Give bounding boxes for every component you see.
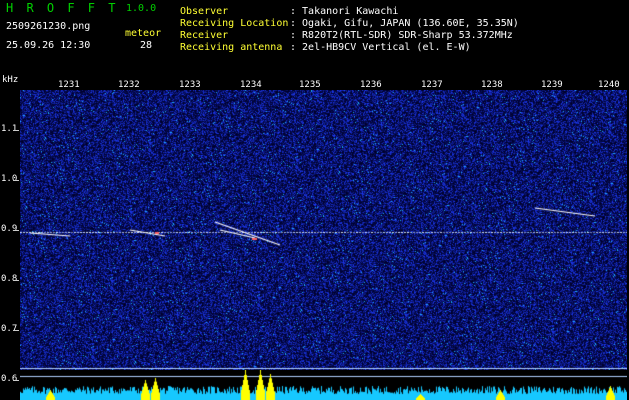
x-tick-label: 1231 [58, 80, 80, 90]
y-tick-label: 0.7 [1, 324, 18, 334]
observer-label: Observer [180, 6, 229, 17]
x-tick-label: 1235 [299, 80, 321, 90]
y-unit-label: kHz [2, 75, 19, 85]
header-panel: H R O F F T 1.0.0 2509261230.png meteor … [0, 0, 629, 72]
x-tick-label: 1236 [360, 80, 382, 90]
histogram-canvas [20, 370, 627, 400]
x-tick-label: 1232 [118, 80, 140, 90]
y-tick-label: 1.1 [1, 124, 18, 134]
x-tick-label: 1240 [598, 80, 620, 90]
y-tick-mark [13, 380, 19, 381]
location-value: : Ogaki, Gifu, JAPAN (136.60E, 35.35N) [290, 18, 519, 29]
app-version: 1.0.0 [126, 3, 157, 14]
y-tick-mark [13, 130, 19, 131]
antenna-value: : 2el-HB9CV Vertical (el. E-W) [290, 42, 471, 53]
datetime-stamp: 25.09.26 12:30 [6, 40, 91, 51]
app-name: H R O F F T [6, 1, 119, 15]
receiver-label: Receiver [180, 30, 229, 41]
y-tick-label: 1.0 [1, 174, 18, 184]
x-tick-label: 1238 [481, 80, 503, 90]
x-tick-label: 1237 [421, 80, 443, 90]
observer-value: : Takanori Kawachi [290, 6, 399, 17]
meteor-label: meteor [125, 28, 162, 39]
x-tick-label: 1239 [541, 80, 563, 90]
y-tick-label: 0.8 [1, 274, 18, 284]
y-tick-label: 0.9 [1, 224, 18, 234]
spectrogram-canvas [20, 90, 627, 370]
x-tick-label: 1233 [179, 80, 201, 90]
y-tick-mark [13, 330, 19, 331]
y-tick-mark [13, 230, 19, 231]
receiver-value: : R820T2(RTL-SDR) SDR-Sharp 53.372MHz [290, 30, 513, 41]
x-tick-label: 1234 [240, 80, 262, 90]
y-tick-label: 0.6 [1, 374, 18, 384]
y-tick-mark [13, 180, 19, 181]
y-tick-mark [13, 280, 19, 281]
antenna-label: Receiving antenna [180, 42, 283, 53]
image-filename: 2509261230.png [6, 21, 91, 32]
location-label: Receiving Location [180, 18, 289, 29]
meteor-count: 28 [140, 40, 153, 51]
